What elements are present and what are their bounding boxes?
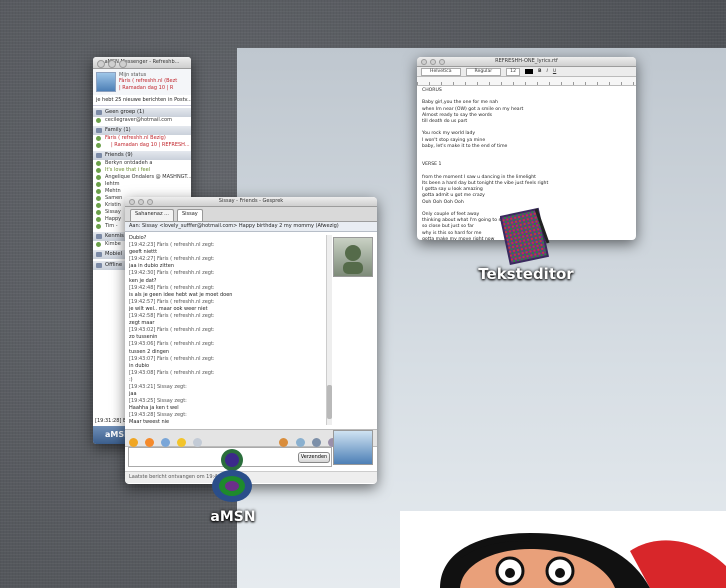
wink-icon[interactable] xyxy=(145,438,155,447)
chat-window: Sissay - Friends - Gesprek Sahanenaz ...… xyxy=(125,197,377,484)
webcam-icon[interactable] xyxy=(279,438,289,447)
status-name[interactable]: Fàris ( refreshh.nl (Bezt xyxy=(119,78,177,84)
italic-icon[interactable]: I xyxy=(547,67,548,76)
contact-item[interactable]: Iehtm xyxy=(93,181,191,188)
tab-sahanenaz[interactable]: Sahanenaz ... xyxy=(130,209,174,221)
amsn-label: aMSN xyxy=(210,509,256,525)
group-family[interactable]: Family (1) xyxy=(93,126,191,136)
group-friends[interactable]: Friends (9) xyxy=(93,151,191,161)
chat-message-text: Maar tweest nie xyxy=(129,419,170,425)
chat-tabbar: Sahanenaz ... Sissay xyxy=(125,207,377,222)
nudge-icon[interactable] xyxy=(161,438,171,447)
chat-message-text: jaa xyxy=(129,391,137,398)
chat-message-meta: [19:42:27] Fàris ( refreshh.nl zegt: xyxy=(129,256,215,263)
chat-message-meta: [19:43:02] Fàris ( refreshh.nl zegt: xyxy=(129,327,215,334)
group-geen[interactable]: Geen groep (1) xyxy=(93,108,191,118)
contact-item[interactable]: Berkyn ontdadeh a xyxy=(93,160,191,167)
editor-titlebar[interactable]: REFRESHH-ONE_lyrics.rtf xyxy=(417,57,636,67)
chat-titlebar[interactable]: Sissay - Friends - Gesprek xyxy=(125,197,377,207)
style-select[interactable]: Regular xyxy=(465,68,502,76)
chat-message-meta: [19:43:21] Sissay zegt: xyxy=(129,383,187,390)
chat-message-meta: [19:42:30] Fàris ( refreshh.nl zegt: xyxy=(129,270,215,277)
contact-display-picture xyxy=(333,237,373,277)
to-label: Aan: xyxy=(129,223,141,229)
color-swatch-icon[interactable] xyxy=(525,69,534,74)
amsn-desktop-icon[interactable]: aMSN xyxy=(200,446,266,530)
send-button[interactable]: Verzenden xyxy=(298,452,330,463)
chat-message-meta: [19:43:25] Sissay zegt: xyxy=(129,398,187,405)
tab-sissay[interactable]: Sissay xyxy=(176,209,203,221)
contact-item[interactable]: Fàris ( refreshh.nl Bezig) xyxy=(93,135,191,142)
chat-message-text: Haahha ja ken t wel xyxy=(129,405,179,412)
chat-title: Sissay - Friends - Gesprek xyxy=(218,198,284,204)
chat-message-text: :) xyxy=(129,376,133,383)
status-sub: | Ramadan dag 10 | R xyxy=(119,84,174,91)
contact-item[interactable]: Angelique Ondalers @ MASHNGT... xyxy=(93,174,191,181)
email-notice[interactable]: je hebt 25 nieuwe berichten in Postv... xyxy=(93,95,191,107)
size-select[interactable]: 12 xyxy=(506,68,521,76)
chat-message-text: is als je geen idee hebt wat je moet doe… xyxy=(129,291,233,298)
bold-icon[interactable]: B xyxy=(538,67,542,76)
amsn-icon xyxy=(206,446,258,508)
cartoon-image xyxy=(400,511,726,588)
chat-message-text: in dubio xyxy=(129,362,150,369)
contact-item[interactable]: Mehtn xyxy=(93,188,191,195)
invite-icon[interactable] xyxy=(311,438,321,447)
chat-message-meta: [19:43:28] Sissay zegt: xyxy=(129,412,187,419)
chat-scrollbar[interactable] xyxy=(326,235,332,425)
chat-message-meta: [19:43:08] Fàris ( refreshh.nl zegt: xyxy=(129,369,215,376)
msn-titlebar[interactable]: aMSN Messenger - Refreshb... xyxy=(93,57,191,69)
teksteditor-desktop-icon[interactable]: Teksteditor xyxy=(472,205,580,287)
avatar[interactable] xyxy=(96,72,116,92)
editor-ruler xyxy=(417,77,636,86)
editor-title: REFRESHH-ONE_lyrics.rtf xyxy=(495,58,558,64)
editor-format-bar: Helvetica Regular 12 B I U xyxy=(417,67,636,77)
chat-message-meta: [19:43:06] Fàris ( refreshh.nl zegt: xyxy=(129,341,215,348)
teksteditor-label: Teksteditor xyxy=(478,265,574,283)
contact-item[interactable]: cecilegraver@hotmail.com xyxy=(93,117,191,124)
chat-message-meta: [19:42:58] Fàris ( refreshh.nl zegt: xyxy=(129,313,215,320)
file-icon[interactable] xyxy=(295,438,305,447)
font-select[interactable]: Helvetica xyxy=(421,68,461,76)
chat-message-text: ken je dat? xyxy=(129,277,157,284)
chat-log[interactable]: Dubio? [19:42:23] Fàris ( refreshh.nl zeg… xyxy=(127,235,325,425)
smiley-icon[interactable] xyxy=(129,438,138,447)
chat-message-meta: [19:42:23] Fàris ( refreshh.nl zegt: xyxy=(129,242,215,249)
to-value: Sissay <lovely_sufffer@hotmail.com> Happ… xyxy=(141,223,339,229)
recipient-bar: Aan: Sissay <lovely_sufffer@hotmail.com>… xyxy=(125,222,377,232)
chat-message-text: tussen 2 dingen xyxy=(129,348,170,355)
msn-status-panel: Mijn status Fàris ( refreshh.nl (Bezt | … xyxy=(93,69,191,95)
underline-icon[interactable]: U xyxy=(553,67,556,76)
chat-message-meta: [19:43:07] Fàris ( refreshh.nl zegt: xyxy=(129,355,215,362)
contact-item: It's love that i feel xyxy=(93,167,191,174)
contact-item: | Ramadan dag 10 | REFRESH... xyxy=(93,142,191,149)
emoticon-icon[interactable] xyxy=(177,438,187,447)
chat-message-meta: [19:42:57] Fàris ( refreshh.nl zegt: xyxy=(129,298,215,305)
chat-message-text: je wilt wel.. maar ook weer niet xyxy=(129,305,208,312)
chat-message-meta: [19:42:48] Fàris ( refreshh.nl zegt: xyxy=(129,284,215,291)
my-display-picture[interactable] xyxy=(333,430,373,465)
teksteditor-icon xyxy=(499,205,552,269)
